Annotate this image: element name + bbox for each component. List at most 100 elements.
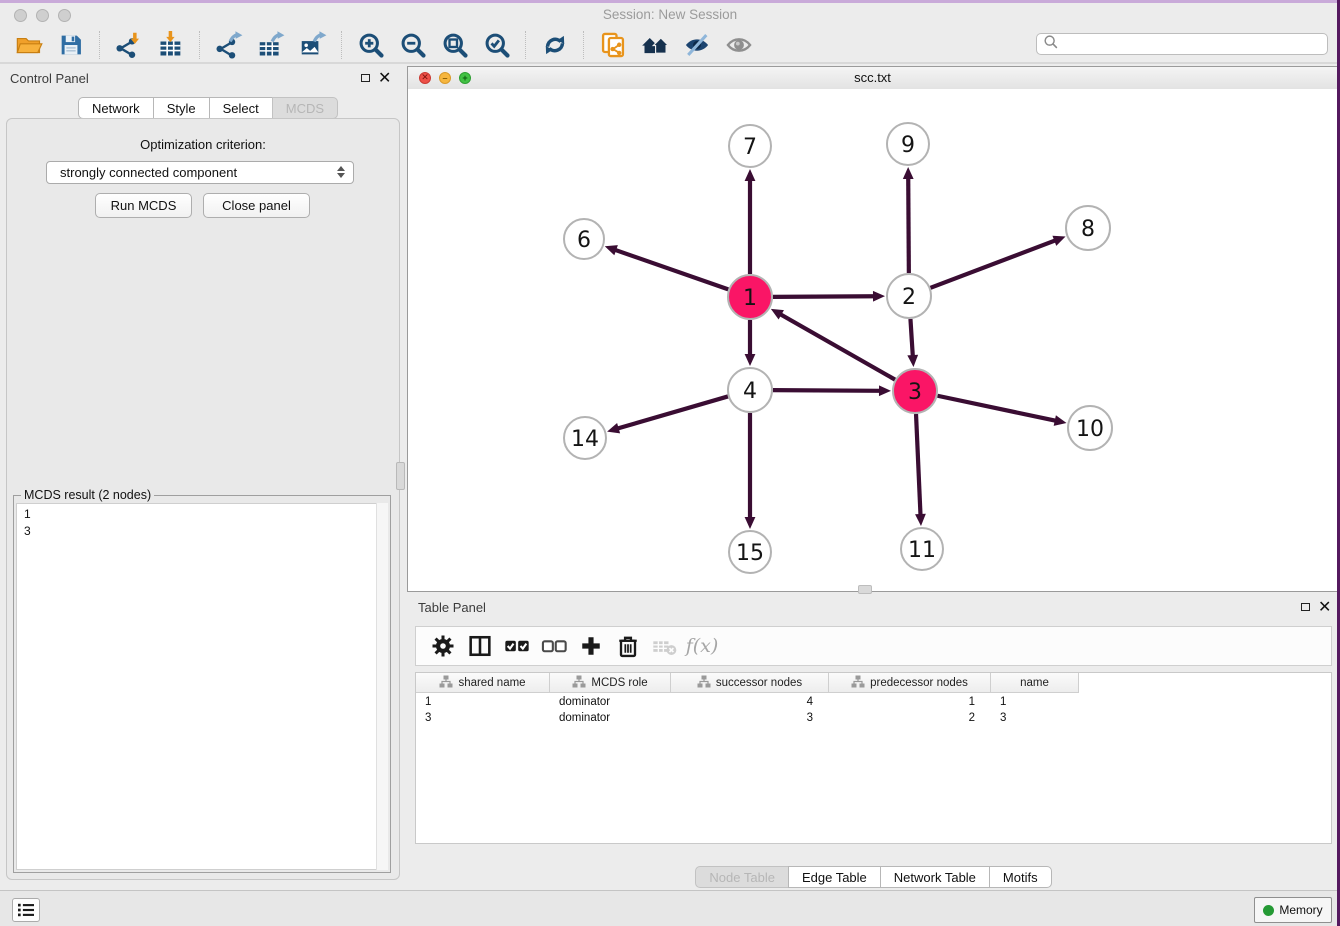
graph-node-8[interactable]: 8 — [1066, 206, 1110, 250]
graph-edge-3-10[interactable] — [938, 396, 1057, 421]
graph-node-1[interactable]: 1 — [728, 275, 772, 319]
float-table-panel-icon[interactable] — [1301, 603, 1310, 611]
run-mcds-button[interactable]: Run MCDS — [95, 193, 192, 218]
table-row[interactable]: 3dominator323 — [416, 710, 1079, 726]
cell-name[interactable]: 3 — [991, 710, 1079, 726]
column-header-label: MCDS role — [591, 677, 647, 689]
search-input[interactable] — [1060, 34, 1327, 54]
cell-MCDS-role[interactable]: dominator — [550, 694, 671, 710]
cell-name[interactable]: 1 — [991, 694, 1079, 710]
vertical-splitter-handle[interactable] — [396, 462, 405, 490]
save-icon[interactable] — [56, 30, 86, 60]
export-network-icon[interactable] — [214, 30, 244, 60]
column-header-successor-nodes[interactable]: successor nodes — [671, 673, 829, 693]
graph-node-3[interactable]: 3 — [893, 369, 937, 413]
tab-node-table[interactable]: Node Table — [695, 866, 789, 888]
graph-edge-4-14[interactable] — [617, 396, 728, 428]
graph-edge-2-9[interactable] — [908, 177, 909, 273]
graph-node-4[interactable]: 4 — [728, 368, 772, 412]
optimization-criterion-select[interactable]: strongly connected component — [46, 161, 354, 184]
graph-edge-3-1[interactable] — [780, 314, 895, 380]
column-header-shared-name[interactable]: shared name — [416, 673, 550, 693]
column-header-name[interactable]: name — [991, 673, 1079, 693]
refresh-icon[interactable] — [540, 30, 570, 60]
graph-edge-arrowhead-1-7 — [745, 169, 756, 181]
show-all-icon[interactable] — [724, 30, 754, 60]
graph-edge-2-3[interactable] — [910, 319, 912, 357]
export-table-icon[interactable] — [256, 30, 286, 60]
tab-style[interactable]: Style — [153, 97, 210, 119]
network-view-window[interactable]: ✕ – + scc.txt 7 9 6 8 1 2 4 3 14 10 15 11 — [407, 66, 1338, 592]
svg-text:8: 8 — [1081, 217, 1095, 242]
network-graph[interactable]: 7 9 6 8 1 2 4 3 14 10 15 11 — [408, 89, 1337, 591]
tab-mcds[interactable]: MCDS — [272, 97, 338, 119]
import-table-icon[interactable] — [156, 30, 186, 60]
graph-node-9[interactable]: 9 — [887, 123, 929, 165]
table-row[interactable]: 1dominator411 — [416, 694, 1079, 710]
mcds-result-text[interactable]: 13 — [16, 503, 388, 870]
memory-button[interactable]: Memory — [1254, 897, 1332, 923]
cell-shared-name[interactable]: 3 — [416, 710, 550, 726]
open-folder-icon[interactable] — [14, 30, 44, 60]
close-table-panel-icon[interactable]: ✕ — [1318, 602, 1331, 614]
tab-select[interactable]: Select — [209, 97, 273, 119]
import-network-icon[interactable] — [114, 30, 144, 60]
zoom-in-icon[interactable] — [356, 30, 386, 60]
column-header-predecessor-nodes[interactable]: predecessor nodes — [829, 673, 991, 693]
deselect-all-icon[interactable] — [537, 631, 571, 661]
cell-shared-name[interactable]: 1 — [416, 694, 550, 710]
graph-node-10[interactable]: 10 — [1068, 406, 1112, 450]
clone-network-icon[interactable] — [598, 30, 628, 60]
float-panel-icon[interactable] — [361, 74, 370, 82]
graph-node-14[interactable]: 14 — [564, 417, 606, 459]
task-history-button[interactable] — [12, 898, 40, 922]
result-line: 3 — [24, 523, 387, 540]
cell-predecessor-nodes[interactable]: 1 — [829, 694, 991, 710]
column-header-MCDS-role[interactable]: MCDS role — [550, 673, 671, 693]
cell-successor-nodes[interactable]: 4 — [671, 694, 829, 710]
tab-motifs[interactable]: Motifs — [989, 866, 1052, 888]
node-table[interactable]: shared name MCDS role successor nodesprede… — [415, 672, 1332, 844]
network-window-title-bar[interactable]: ✕ – + scc.txt — [408, 67, 1337, 90]
graph-edge-2-8[interactable] — [931, 240, 1057, 288]
delete-row-icon[interactable] — [611, 631, 645, 661]
split-columns-icon[interactable] — [463, 631, 497, 661]
cell-predecessor-nodes[interactable]: 2 — [829, 710, 991, 726]
graph-edge-arrowhead-3-11 — [915, 514, 926, 526]
graph-node-6[interactable]: 6 — [564, 219, 604, 259]
cell-MCDS-role[interactable]: dominator — [550, 710, 671, 726]
cell-successor-nodes[interactable]: 3 — [671, 710, 829, 726]
first-neighbors-icon[interactable] — [640, 30, 670, 60]
optimization-criterion-label: Optimization criterion: — [7, 137, 399, 152]
graph-edge-1-2[interactable] — [773, 296, 875, 297]
graph-node-11[interactable]: 11 — [901, 528, 943, 570]
graph-node-2[interactable]: 2 — [887, 274, 931, 318]
export-image-icon[interactable] — [298, 30, 328, 60]
graph-edge-3-11[interactable] — [916, 414, 921, 516]
graph-node-15[interactable]: 15 — [729, 531, 771, 573]
tab-network[interactable]: Network — [78, 97, 154, 119]
svg-text:9: 9 — [901, 133, 915, 158]
tab-edge-table[interactable]: Edge Table — [788, 866, 881, 888]
zoom-selected-icon[interactable] — [482, 30, 512, 60]
graph-edge-1-6[interactable] — [614, 250, 728, 290]
close-panel-icon[interactable]: ✕ — [378, 73, 391, 85]
select-all-icon[interactable] — [500, 631, 534, 661]
close-panel-button[interactable]: Close panel — [203, 193, 310, 218]
gear-icon[interactable] — [426, 631, 460, 661]
tab-network-table[interactable]: Network Table — [880, 866, 990, 888]
toolbar-separator — [525, 31, 527, 59]
control-panel: Control Panel ✕ NetworkStyleSelectMCDS O… — [0, 66, 404, 890]
hide-selected-icon[interactable] — [682, 30, 712, 60]
zoom-out-icon[interactable] — [398, 30, 428, 60]
network-canvas[interactable]: 7 9 6 8 1 2 4 3 14 10 15 11 — [408, 89, 1337, 591]
app-title-bar[interactable]: Session: New Session — [0, 3, 1340, 28]
graph-edge-4-3[interactable] — [773, 390, 881, 391]
zoom-fit-icon[interactable] — [440, 30, 470, 60]
result-scrollbar[interactable] — [376, 503, 388, 870]
horizontal-splitter-handle[interactable] — [858, 585, 872, 594]
graph-edge-arrowhead-4-3 — [879, 385, 891, 396]
search-box[interactable] — [1036, 33, 1328, 55]
add-row-icon[interactable] — [574, 631, 608, 661]
graph-node-7[interactable]: 7 — [729, 125, 771, 167]
